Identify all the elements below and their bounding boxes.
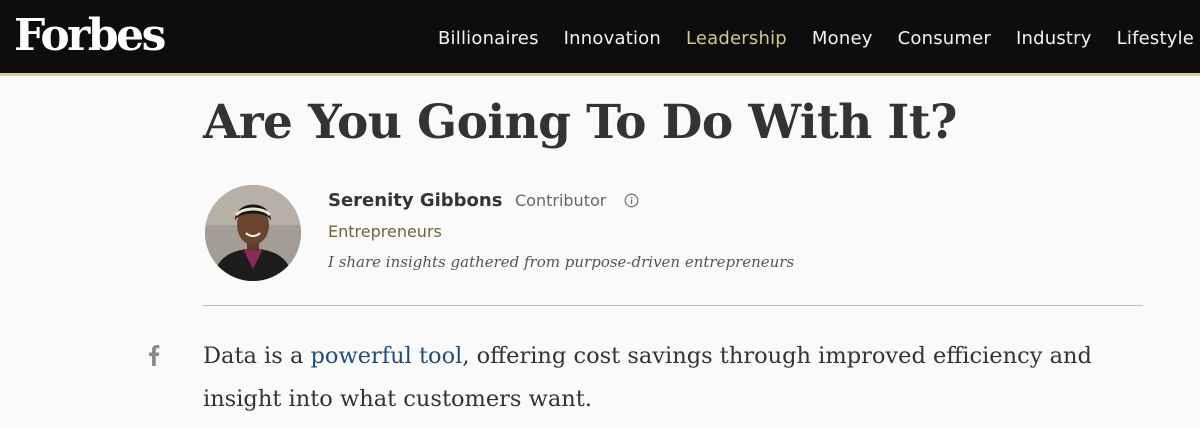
author-bio: I share insights gathered from purpose-d… bbox=[328, 253, 795, 271]
nav-item-leadership[interactable]: Leadership bbox=[686, 28, 787, 49]
powerful-tool-link[interactable]: powerful tool bbox=[311, 343, 463, 369]
headline-clipped-line: , bbox=[880, 74, 894, 88]
nav-item-consumer[interactable]: Consumer bbox=[898, 28, 991, 49]
nav-item-billionaires[interactable]: Billionaires bbox=[438, 28, 539, 49]
article-headline: Are You Going To Do With It? bbox=[203, 95, 957, 150]
paragraph-text-line1: , offering cost savings through improved… bbox=[462, 343, 1092, 369]
author-name[interactable]: Serenity Gibbons bbox=[328, 190, 502, 211]
forbes-logo[interactable]: Forbes bbox=[14, 8, 166, 64]
author-avatar[interactable] bbox=[205, 185, 301, 281]
facebook-icon[interactable] bbox=[146, 344, 164, 366]
author-channel-link[interactable]: Entrepreneurs bbox=[328, 222, 442, 241]
paragraph-text-line2: insight into what customers want. bbox=[203, 386, 592, 412]
author-photo bbox=[205, 185, 301, 281]
info-icon[interactable] bbox=[624, 193, 639, 208]
author-role: Contributor bbox=[515, 191, 607, 210]
nav-item-money[interactable]: Money bbox=[812, 28, 873, 49]
nav-item-industry[interactable]: Industry bbox=[1016, 28, 1092, 49]
paragraph-text-start: Data is a bbox=[203, 343, 311, 369]
site-header: Forbes Billionaires Innovation Leadershi… bbox=[0, 0, 1200, 76]
nav-item-lifestyle[interactable]: Lifestyle bbox=[1117, 28, 1194, 49]
article-paragraph: Data is a powerful tool, offering cost s… bbox=[203, 335, 1153, 421]
main-nav: Billionaires Innovation Leadership Money… bbox=[438, 0, 1200, 76]
byline-divider bbox=[203, 305, 1143, 306]
nav-item-innovation[interactable]: Innovation bbox=[564, 28, 661, 49]
